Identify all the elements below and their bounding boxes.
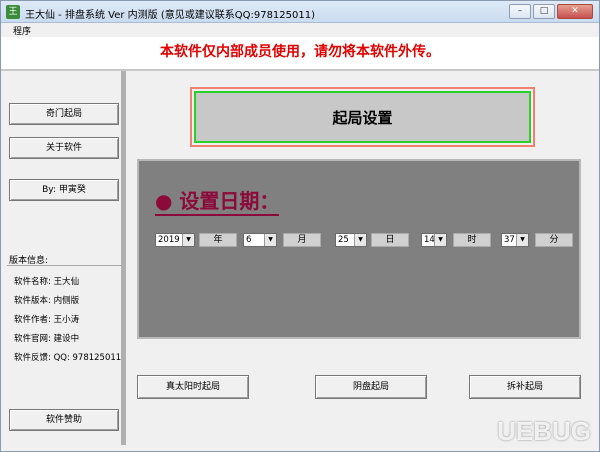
hour-unit: 时 bbox=[453, 233, 491, 247]
window-title: 王大仙 - 排盘系统 Ver 内测版 (意见或建议联系QQ:978125011) bbox=[25, 10, 316, 21]
minimize-button[interactable]: – bbox=[509, 4, 531, 19]
year-select[interactable]: 2019 ▼ bbox=[155, 233, 195, 247]
yinpan-button[interactable]: 阴盘起局 bbox=[315, 375, 427, 399]
banner-text: 本软件仅内部成员使用，请勿将本软件外传。 bbox=[160, 44, 440, 60]
year-unit: 年 bbox=[199, 233, 237, 247]
date-settings-panel: ● 设置日期： 2019 ▼ 年 6 ▼ 月 25 ▼ 日 14 ▼ 时 37 … bbox=[137, 159, 581, 339]
day-value: 25 bbox=[338, 235, 349, 245]
menu-bar: 程序 bbox=[1, 23, 599, 37]
warning-banner: 本软件仅内部成员使用，请勿将本软件外传。 bbox=[1, 37, 599, 69]
main-panel: 起局设置 ● 设置日期： 2019 ▼ 年 6 ▼ 月 25 ▼ 日 14 ▼ bbox=[127, 71, 599, 445]
chevron-down-icon: ▼ bbox=[354, 234, 366, 246]
divider bbox=[7, 265, 121, 266]
date-heading: ● 设置日期： bbox=[155, 185, 280, 216]
minute-unit: 分 bbox=[535, 233, 573, 247]
panel-separator[interactable] bbox=[121, 71, 126, 445]
solar-time-button[interactable]: 真太阳时起局 bbox=[137, 375, 249, 399]
app-window: 王 王大仙 - 排盘系统 Ver 内测版 (意见或建议联系QQ:97812501… bbox=[0, 0, 600, 452]
qiju-settings-frame: 起局设置 bbox=[190, 87, 535, 147]
title-bar: 王 王大仙 - 排盘系统 Ver 内测版 (意见或建议联系QQ:97812501… bbox=[1, 1, 599, 23]
info-row: 软件官网: 建设中 bbox=[14, 334, 80, 344]
info-row: 软件名称: 王大仙 bbox=[14, 277, 80, 287]
maximize-button[interactable]: □ bbox=[533, 4, 555, 19]
month-unit: 月 bbox=[283, 233, 321, 247]
month-select[interactable]: 6 ▼ bbox=[243, 233, 277, 247]
author-button[interactable]: By: 甲寅癸 bbox=[9, 179, 119, 201]
sponsor-button[interactable]: 软件赞助 bbox=[9, 409, 119, 431]
minute-value: 37 bbox=[504, 235, 515, 245]
chevron-down-icon: ▼ bbox=[516, 234, 528, 246]
menu-program[interactable]: 程序 bbox=[13, 24, 31, 37]
chevron-down-icon: ▼ bbox=[182, 234, 194, 246]
app-icon: 王 bbox=[6, 5, 20, 19]
sidebar: 奇门起局 关于软件 By: 甲寅癸 版本信息: 软件名称: 王大仙 软件版本: … bbox=[5, 73, 121, 445]
year-value: 2019 bbox=[158, 235, 180, 245]
info-row: 软件反馈: QQ: 978125011 bbox=[14, 353, 122, 363]
qiju-settings-box: 起局设置 bbox=[194, 91, 531, 143]
version-info: 版本信息: 软件名称: 王大仙 软件版本: 内侧版 软件作者: 王小涛 软件官网… bbox=[7, 249, 121, 409]
chaibu-button[interactable]: 拆补起局 bbox=[469, 375, 581, 399]
about-button[interactable]: 关于软件 bbox=[9, 137, 119, 159]
qimen-button[interactable]: 奇门起局 bbox=[9, 103, 119, 125]
window-controls: – □ ✕ bbox=[509, 4, 593, 19]
close-button[interactable]: ✕ bbox=[557, 4, 593, 19]
hour-select[interactable]: 14 ▼ bbox=[421, 233, 447, 247]
watermark-logo: UEBUG bbox=[497, 416, 591, 446]
chevron-down-icon: ▼ bbox=[434, 234, 446, 246]
info-row: 软件作者: 王小涛 bbox=[14, 315, 80, 325]
qiju-settings-title: 起局设置 bbox=[332, 109, 393, 127]
minute-select[interactable]: 37 ▼ bbox=[501, 233, 529, 247]
month-value: 6 bbox=[246, 235, 252, 245]
chevron-down-icon: ▼ bbox=[264, 234, 276, 246]
info-row: 软件版本: 内侧版 bbox=[14, 296, 80, 306]
day-unit: 日 bbox=[371, 233, 409, 247]
day-select[interactable]: 25 ▼ bbox=[335, 233, 367, 247]
